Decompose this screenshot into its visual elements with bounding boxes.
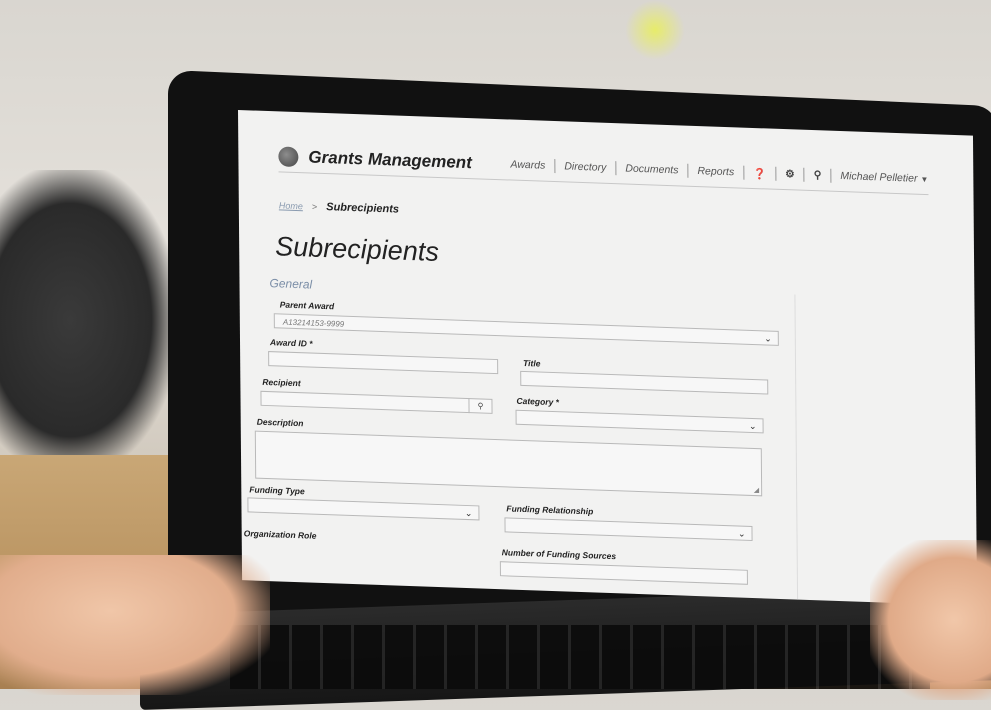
funding-type-label: Funding Type	[249, 484, 305, 497]
nav-separator	[743, 165, 745, 180]
app-header: Grants Management Awards Directory Docum…	[278, 141, 929, 196]
breadcrumb-home[interactable]: Home	[279, 200, 303, 211]
caret-down-icon: ▼	[920, 174, 929, 185]
chevron-down-icon: ⌄	[748, 420, 757, 432]
app-logo-icon	[278, 146, 299, 168]
recipient-input[interactable]: ⚲	[260, 390, 493, 414]
nav-separator	[615, 161, 617, 176]
breadcrumb: Home > Subrecipients	[279, 199, 399, 215]
user-menu[interactable]: Michael Pelletier ▼	[840, 170, 928, 185]
parent-award-label: Parent Award	[279, 299, 335, 312]
nav-separator	[775, 166, 777, 181]
breadcrumb-separator: >	[311, 201, 318, 212]
parent-award-value: A13214153-9999	[282, 317, 345, 329]
title-input[interactable]	[520, 370, 769, 395]
description-textarea[interactable]: ◢	[254, 430, 763, 497]
parent-award-select[interactable]: A13214153-9999 ⌄	[273, 313, 779, 346]
nav-directory[interactable]: Directory	[564, 160, 606, 173]
number-of-funding-sources-label: Number of Funding Sources	[501, 547, 617, 562]
resize-handle-icon[interactable]: ◢	[754, 486, 759, 494]
funding-relationship-label: Funding Relationship	[506, 503, 594, 517]
gear-icon[interactable]: ⚙	[785, 168, 795, 180]
page-title: Subrecipients	[275, 231, 439, 268]
nav-separator	[803, 167, 805, 182]
help-icon[interactable]: ❓	[753, 166, 766, 179]
user-name: Michael Pelletier	[840, 170, 918, 185]
funding-type-select[interactable]: ⌄	[247, 497, 480, 521]
category-label: Category *	[516, 395, 559, 408]
chevron-down-icon: ⌄	[464, 507, 473, 519]
recipient-label: Recipient	[262, 376, 301, 389]
keyboard	[230, 625, 930, 689]
recipient-search-button[interactable]: ⚲	[468, 398, 492, 414]
section-title: General	[269, 276, 313, 292]
left-hand	[0, 555, 270, 695]
column-divider	[794, 294, 799, 605]
award-id-label: Award ID *	[269, 337, 313, 349]
nav-separator	[687, 163, 689, 178]
award-id-input[interactable]	[268, 351, 499, 375]
nav-separator	[554, 159, 556, 174]
nav-reports[interactable]: Reports	[697, 165, 734, 178]
number-of-funding-sources-input[interactable]	[499, 561, 748, 585]
main-nav: Awards Directory Documents Reports ❓ ⚙ ⚲…	[510, 158, 928, 187]
description-label: Description	[256, 416, 304, 429]
nav-separator	[830, 168, 832, 183]
background-light	[625, 0, 685, 60]
breadcrumb-current: Subrecipients	[326, 201, 400, 216]
chevron-down-icon: ⌄	[764, 333, 772, 344]
nav-documents[interactable]: Documents	[625, 163, 678, 177]
chevron-down-icon: ⌄	[737, 528, 746, 539]
category-select[interactable]: ⌄	[515, 409, 764, 434]
background-chair	[0, 170, 175, 470]
funding-relationship-select[interactable]: ⌄	[504, 517, 753, 541]
laptop-screen: Grants Management Awards Directory Docum…	[238, 110, 978, 606]
app-title: Grants Management	[308, 147, 472, 173]
search-icon[interactable]: ⚲	[814, 169, 822, 181]
title-label: Title	[523, 357, 541, 369]
organization-role-label: Organization Role	[243, 528, 317, 541]
right-hand	[870, 540, 991, 700]
nav-awards[interactable]: Awards	[510, 159, 545, 172]
